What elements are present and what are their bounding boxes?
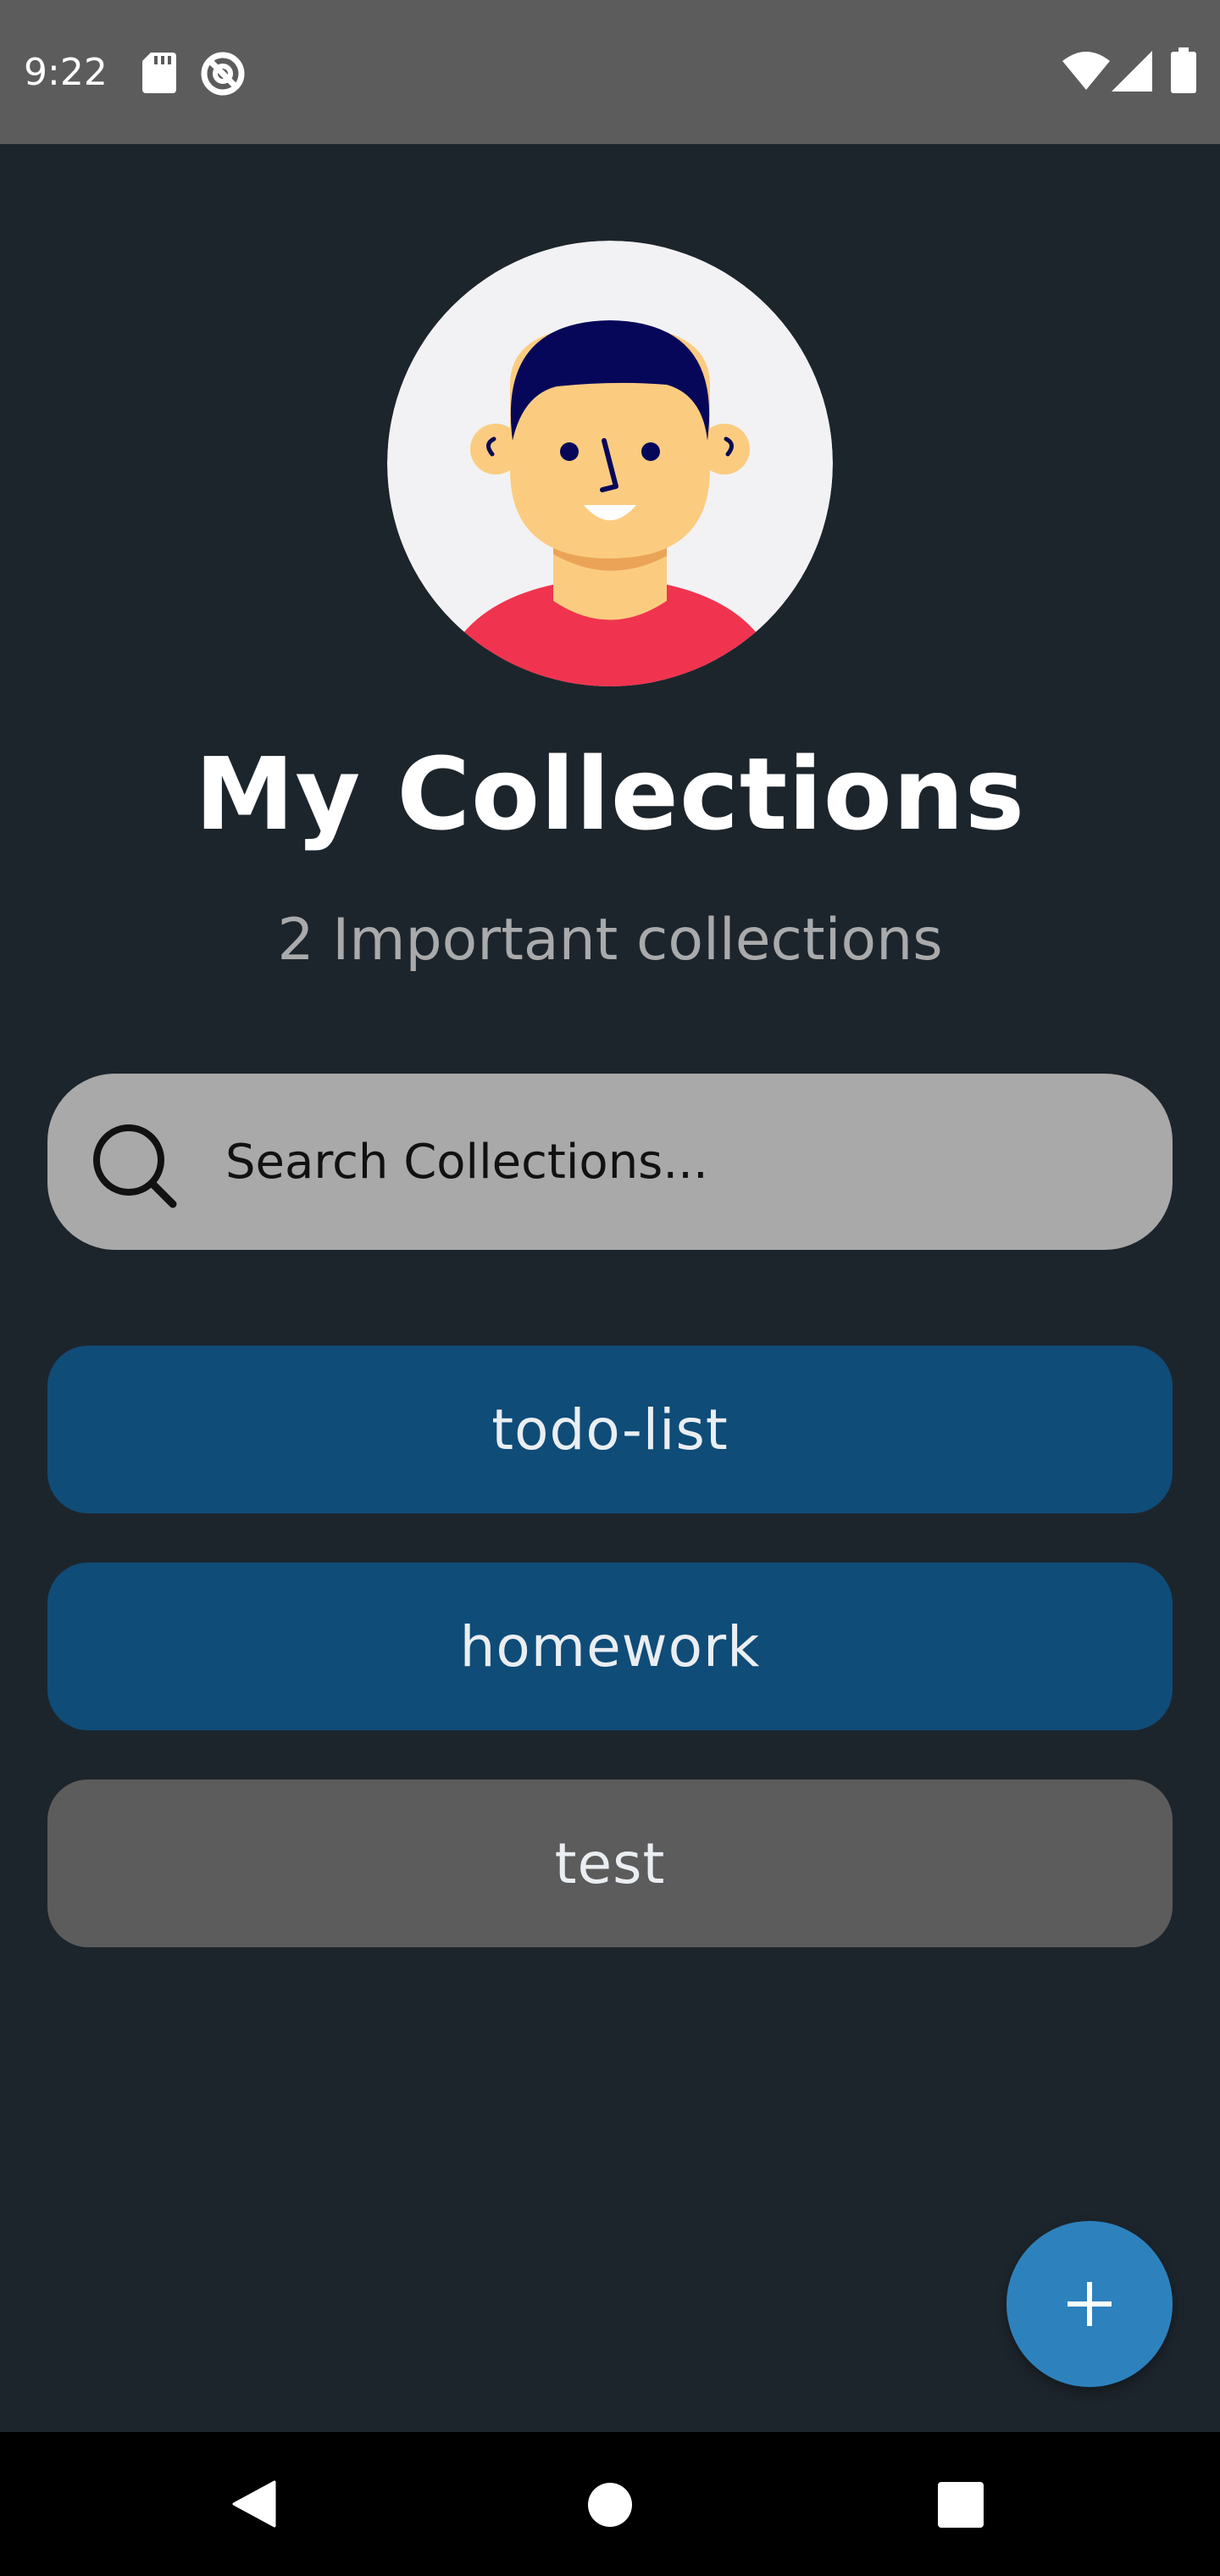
search-bar[interactable] xyxy=(47,1074,1173,1250)
sd-card-icon xyxy=(142,53,176,93)
battery-icon xyxy=(1171,47,1196,93)
navigation-bar xyxy=(0,2432,1220,2576)
recents-icon[interactable] xyxy=(938,2482,984,2528)
wifi-icon xyxy=(1062,52,1110,90)
do-not-disturb-icon xyxy=(201,52,245,96)
status-time: 9:22 xyxy=(24,51,108,94)
avatar xyxy=(387,241,833,686)
plus-icon xyxy=(1068,2282,1112,2326)
collection-item-todo-list[interactable]: todo-list xyxy=(47,1346,1173,1513)
status-bar: 9:22 xyxy=(0,0,1220,144)
search-input[interactable] xyxy=(225,1119,1123,1204)
collection-item-test[interactable]: test xyxy=(47,1779,1173,1947)
search-icon xyxy=(93,1124,177,1208)
collection-label: homework xyxy=(459,1613,761,1679)
add-collection-button[interactable] xyxy=(1006,2221,1173,2387)
home-icon[interactable] xyxy=(586,2481,634,2529)
page-subtitle: 2 Important collections xyxy=(277,907,943,974)
cell-signal-icon xyxy=(1112,51,1152,92)
collection-label: test xyxy=(554,1830,666,1896)
page-title: My Collections xyxy=(194,736,1026,852)
collection-label: todo-list xyxy=(491,1396,729,1463)
back-icon[interactable] xyxy=(232,2480,276,2528)
avatar-illustration xyxy=(387,241,833,686)
collection-item-homework[interactable]: homework xyxy=(47,1563,1173,1730)
